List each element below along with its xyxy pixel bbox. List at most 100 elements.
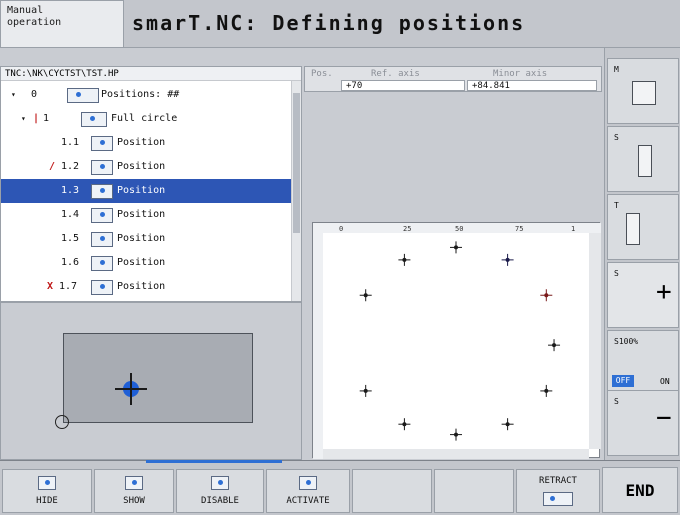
- show-label: SHOW: [123, 496, 145, 506]
- position-icon: [91, 160, 113, 175]
- crosshair-vertical: [130, 373, 132, 405]
- plot-svg: 0 25 50 75 1: [313, 223, 601, 459]
- tree-row-1[interactable]: ▾ | 1 Full circle: [1, 107, 291, 131]
- empty-softkey-6[interactable]: [434, 469, 514, 513]
- activate-label: ACTIVATE: [286, 496, 330, 506]
- plot-vscrollbar[interactable]: [589, 233, 601, 449]
- softkey-spindle-plus[interactable]: S +: [607, 262, 679, 328]
- plot-position-6[interactable]: [548, 339, 561, 352]
- plot-position-5[interactable]: [540, 289, 553, 302]
- row-label: Position: [117, 137, 166, 148]
- empty-softkey-5[interactable]: [352, 469, 432, 513]
- ruler-label-1: 25: [403, 225, 411, 233]
- tree-scrollbar[interactable]: [291, 81, 301, 301]
- left-ruler: [313, 233, 323, 459]
- retract-button[interactable]: RETRACT: [516, 469, 600, 513]
- row-number: 1: [43, 113, 50, 124]
- position-icon: [91, 184, 113, 199]
- position-icon: [211, 476, 229, 490]
- positions-pattern-icon: [67, 88, 99, 103]
- expand-icon[interactable]: ▾: [21, 107, 26, 131]
- row-number: 1.6: [61, 257, 80, 268]
- off-toggle[interactable]: OFF: [612, 375, 634, 387]
- plot-position-1[interactable]: [450, 241, 462, 254]
- plot-position-3[interactable]: [501, 253, 514, 266]
- plot-position-10[interactable]: [450, 428, 462, 441]
- softkey-spindle[interactable]: S: [607, 126, 679, 192]
- position-icon: [299, 476, 317, 490]
- bottom-softkey-bar: HIDE SHOW DISABLE ACTIVATE RETRACT END: [0, 460, 680, 515]
- softkey-tool[interactable]: T: [607, 194, 679, 260]
- softkey-level-indicator: [146, 460, 282, 463]
- red-bar-icon: |: [33, 113, 40, 124]
- s2-label: S: [614, 269, 619, 278]
- col-ref-axis: Ref. axis: [371, 69, 420, 79]
- plot-position-4[interactable]: [359, 289, 372, 302]
- plot-position-2[interactable]: [398, 253, 411, 266]
- tree-row-0[interactable]: ▾ 0 Positions: ##: [1, 83, 291, 107]
- m-label: M: [614, 65, 619, 74]
- m-function-icon: [632, 81, 656, 105]
- minor-axis-value[interactable]: +84.841: [467, 80, 597, 91]
- minus-icon: −: [656, 403, 672, 433]
- position-icon: [91, 256, 113, 271]
- row-number: 1.1: [61, 137, 80, 148]
- row-label: Position: [117, 161, 166, 172]
- row-label: Full circle: [111, 113, 178, 124]
- hide-label: HIDE: [36, 496, 58, 506]
- position-icon: [91, 208, 113, 223]
- position-plot: 0 25 50 75 1: [312, 222, 601, 459]
- on-label: ON: [660, 377, 670, 386]
- plus-icon: +: [656, 277, 672, 307]
- tree-row-3[interactable]: / 1.2 Position: [1, 155, 291, 179]
- plot-position-7[interactable]: [359, 384, 372, 397]
- tree-row-2[interactable]: 1.1 Position: [1, 131, 291, 155]
- row-number: 1.3: [61, 185, 80, 196]
- plot-position-11[interactable]: [501, 418, 514, 431]
- ref-axis-value[interactable]: +70: [341, 80, 465, 91]
- activate-button[interactable]: ACTIVATE: [266, 469, 350, 513]
- plot-hscrollbar[interactable]: [323, 449, 589, 459]
- softkey-spindle-override[interactable]: S100% OFF ON: [607, 330, 679, 396]
- row-number: 1.7: [59, 281, 78, 292]
- tree-row-4-selected[interactable]: 1.3 Position: [1, 179, 291, 203]
- row-label: Position: [117, 209, 166, 220]
- show-button[interactable]: SHOW: [94, 469, 174, 513]
- tree-row-5[interactable]: 1.4 Position: [1, 203, 291, 227]
- scroll-thumb[interactable]: [293, 93, 300, 233]
- position-icon: [91, 280, 113, 295]
- plot-position-8[interactable]: [540, 384, 553, 397]
- row-label: Position: [117, 185, 166, 196]
- softkey-m-function[interactable]: M: [607, 58, 679, 124]
- tool-change-icon: [626, 213, 640, 245]
- retract-icon: [543, 492, 573, 506]
- hide-button[interactable]: HIDE: [2, 469, 92, 513]
- row-label: Positions: ##: [101, 89, 180, 100]
- plot-position-9[interactable]: [398, 418, 411, 431]
- col-minor-axis: Minor axis: [493, 69, 548, 79]
- expand-icon[interactable]: ▾: [11, 83, 16, 107]
- tree-row-8[interactable]: X 1.7 Position: [1, 275, 291, 299]
- position-icon: [91, 136, 113, 151]
- spindle-icon: [638, 145, 652, 177]
- ruler-label-0: 0: [339, 225, 343, 233]
- disable-button[interactable]: DISABLE: [176, 469, 264, 513]
- disabled-x-icon: X: [47, 281, 54, 292]
- end-button[interactable]: END: [602, 467, 678, 513]
- softkey-spindle-minus[interactable]: S −: [607, 390, 679, 456]
- operating-mode-box: Manual operation: [0, 0, 124, 48]
- ruler-label-2: 50: [455, 225, 463, 233]
- row-label: Position: [117, 233, 166, 244]
- tree-row-6[interactable]: 1.5 Position: [1, 227, 291, 251]
- hidden-mark-icon: /: [49, 161, 56, 172]
- page-title: smarT.NC: Defining positions: [124, 0, 680, 48]
- disable-label: DISABLE: [201, 496, 239, 506]
- full-circle-pattern-icon: [81, 112, 107, 127]
- datum-origin-icon: [55, 415, 69, 429]
- position-icon: [91, 232, 113, 247]
- tree-row-7[interactable]: 1.6 Position: [1, 251, 291, 275]
- ruler-label-4: 1: [571, 225, 575, 233]
- retract-label: RETRACT: [539, 476, 577, 486]
- workpiece-preview: [0, 302, 302, 460]
- row-number: 1.4: [61, 209, 80, 220]
